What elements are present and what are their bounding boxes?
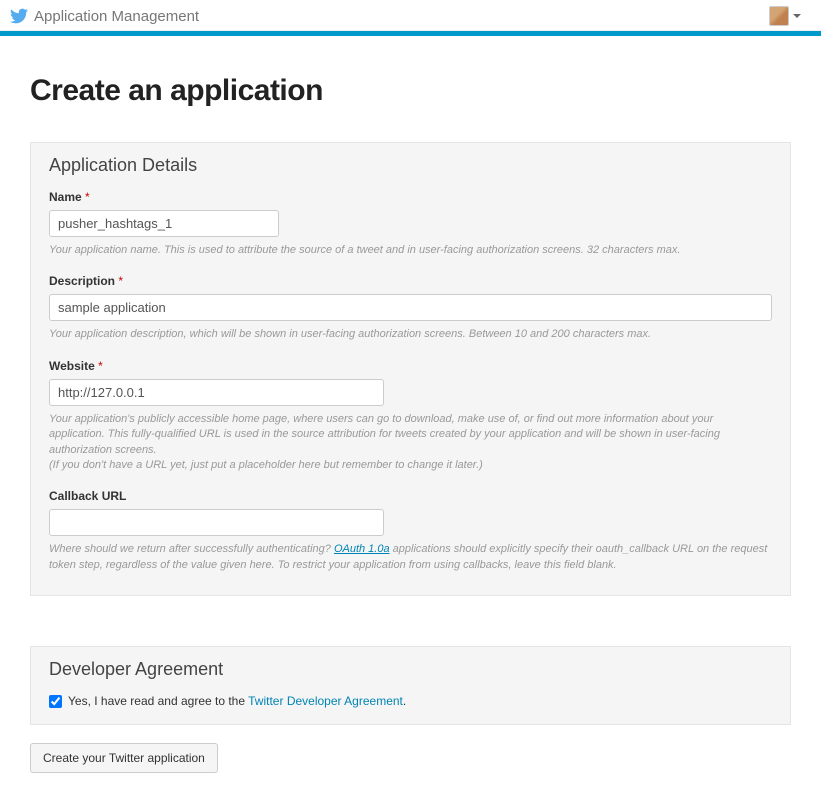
website-help: Your application's publicly accessible h…: [49, 412, 772, 474]
agreement-after: .: [403, 694, 406, 708]
required-marker: *: [118, 274, 123, 288]
agreement-checkbox[interactable]: [49, 695, 62, 708]
website-label-text: Website: [49, 359, 95, 373]
website-label: Website *: [49, 359, 772, 373]
chevron-down-icon: [793, 14, 801, 18]
avatar: [769, 6, 789, 26]
agreement-before: Yes, I have read and agree to the: [68, 694, 248, 708]
callback-group: Callback URL Where should we return afte…: [49, 489, 772, 573]
user-menu[interactable]: [769, 6, 801, 26]
website-input[interactable]: [49, 379, 384, 406]
callback-input[interactable]: [49, 509, 384, 536]
description-input[interactable]: [49, 294, 772, 321]
twitter-logo-icon[interactable]: [10, 7, 28, 25]
website-help-line1: Your application's publicly accessible h…: [49, 413, 720, 456]
nav-title[interactable]: Application Management: [34, 8, 199, 25]
name-label-text: Name: [49, 190, 82, 204]
agreement-link[interactable]: Twitter Developer Agreement: [248, 694, 403, 708]
callback-label: Callback URL: [49, 489, 772, 503]
callback-help-before: Where should we return after successfull…: [49, 543, 334, 555]
name-help: Your application name. This is used to a…: [49, 243, 772, 258]
agreement-title: Developer Agreement: [49, 659, 772, 680]
name-label: Name *: [49, 190, 772, 204]
top-nav: Application Management: [0, 0, 821, 31]
required-marker: *: [85, 190, 90, 204]
description-label-text: Description: [49, 274, 115, 288]
required-marker: *: [98, 359, 103, 373]
name-input[interactable]: [49, 210, 279, 237]
description-group: Description * Your application descripti…: [49, 274, 772, 342]
application-details-panel: Application Details Name * Your applicat…: [30, 142, 791, 596]
callback-help: Where should we return after successfull…: [49, 542, 772, 573]
website-group: Website * Your application's publicly ac…: [49, 359, 772, 474]
website-help-line2: (If you don't have a URL yet, just put a…: [49, 459, 483, 471]
description-label: Description *: [49, 274, 772, 288]
create-application-button[interactable]: Create your Twitter application: [30, 743, 218, 773]
developer-agreement-panel: Developer Agreement Yes, I have read and…: [30, 646, 791, 725]
nav-left: Application Management: [10, 7, 199, 25]
panel-title: Application Details: [49, 155, 772, 176]
name-group: Name * Your application name. This is us…: [49, 190, 772, 258]
description-help: Your application description, which will…: [49, 327, 772, 342]
agreement-row: Yes, I have read and agree to the Twitte…: [49, 694, 772, 708]
page-heading: Create an application: [30, 74, 791, 108]
oauth-link[interactable]: OAuth 1.0a: [334, 543, 390, 555]
agreement-text: Yes, I have read and agree to the Twitte…: [68, 694, 406, 708]
main-container: Create an application Application Detail…: [0, 36, 821, 803]
